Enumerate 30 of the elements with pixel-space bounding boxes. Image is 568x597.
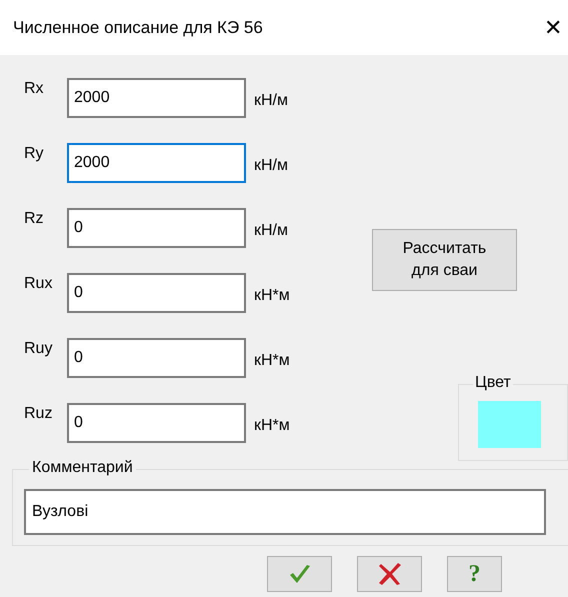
unit-label: кН/м bbox=[254, 156, 288, 176]
group-title: Комментарий bbox=[29, 459, 136, 477]
value-field[interactable]: 2000 bbox=[67, 143, 246, 183]
unit-label: кН*м bbox=[254, 416, 290, 436]
field-label: Rx bbox=[23, 79, 45, 99]
unit-label: кН/м bbox=[254, 91, 288, 111]
cancel-button[interactable] bbox=[357, 556, 422, 592]
color-swatch[interactable] bbox=[478, 401, 541, 448]
value-field[interactable]: 0 bbox=[67, 273, 246, 313]
help-button[interactable]: ? bbox=[447, 556, 502, 592]
ok-button[interactable] bbox=[267, 556, 332, 592]
field-label: Ruy bbox=[23, 339, 54, 359]
cross-icon bbox=[378, 562, 402, 586]
unit-label: кН*м bbox=[254, 286, 290, 306]
checkmark-icon bbox=[288, 563, 312, 585]
field-label: Rux bbox=[23, 274, 54, 294]
unit-label: кН/м bbox=[254, 221, 288, 241]
window-title: Численное описание для КЭ 56 bbox=[13, 16, 263, 39]
value-field[interactable]: 2000 bbox=[67, 78, 246, 118]
comment-field[interactable]: Вузлові bbox=[24, 489, 546, 535]
value-field[interactable]: 0 bbox=[67, 403, 246, 443]
field-label: Rz bbox=[23, 209, 45, 229]
value-field[interactable]: 0 bbox=[67, 338, 246, 378]
field-label: Ruz bbox=[23, 404, 54, 424]
calculate-button[interactable]: Рассчитать для сваи bbox=[372, 229, 517, 291]
unit-label: кН*м bbox=[254, 351, 290, 371]
value-field[interactable]: 0 bbox=[67, 208, 246, 248]
field-label: Ry bbox=[23, 144, 45, 164]
group-title: Цвет bbox=[473, 374, 513, 392]
close-button[interactable]: ✕ bbox=[540, 16, 566, 38]
